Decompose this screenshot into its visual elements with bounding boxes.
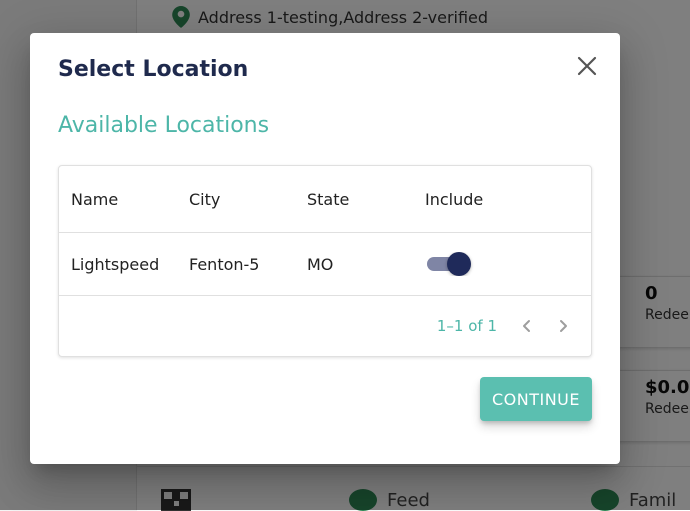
chevron-right-icon [560, 320, 567, 332]
close-icon [577, 56, 597, 76]
location-city-cell: Fenton-5 [189, 254, 260, 274]
toggle-thumb [447, 252, 471, 276]
table-header-row: Name City State Include [59, 166, 591, 233]
select-location-dialog: Select Location Available Locations Name… [30, 33, 620, 464]
next-page-button[interactable] [545, 308, 581, 344]
column-header-state[interactable]: State [295, 190, 413, 209]
include-toggle[interactable] [427, 252, 471, 276]
previous-page-button[interactable] [509, 308, 545, 344]
locations-table: Name City State Include Lightspeed Fento… [58, 165, 592, 357]
continue-button[interactable]: CONTINUE [480, 377, 592, 421]
chevron-left-icon [523, 320, 530, 332]
location-state-cell: MO [307, 254, 334, 274]
column-header-include[interactable]: Include [413, 190, 583, 209]
dialog-title: Select Location [58, 57, 249, 82]
pagination: 1–1 of 1 [437, 296, 591, 356]
location-name-cell: Lightspeed [71, 254, 160, 274]
column-header-name[interactable]: Name [59, 190, 177, 209]
location-include-cell [413, 252, 583, 276]
pagination-range: 1–1 of 1 [436, 317, 497, 335]
table-row: Lightspeed Fenton-5 MO [59, 233, 591, 296]
column-header-city[interactable]: City [177, 190, 295, 209]
section-title: Available Locations [58, 113, 270, 138]
close-button[interactable] [576, 55, 598, 77]
